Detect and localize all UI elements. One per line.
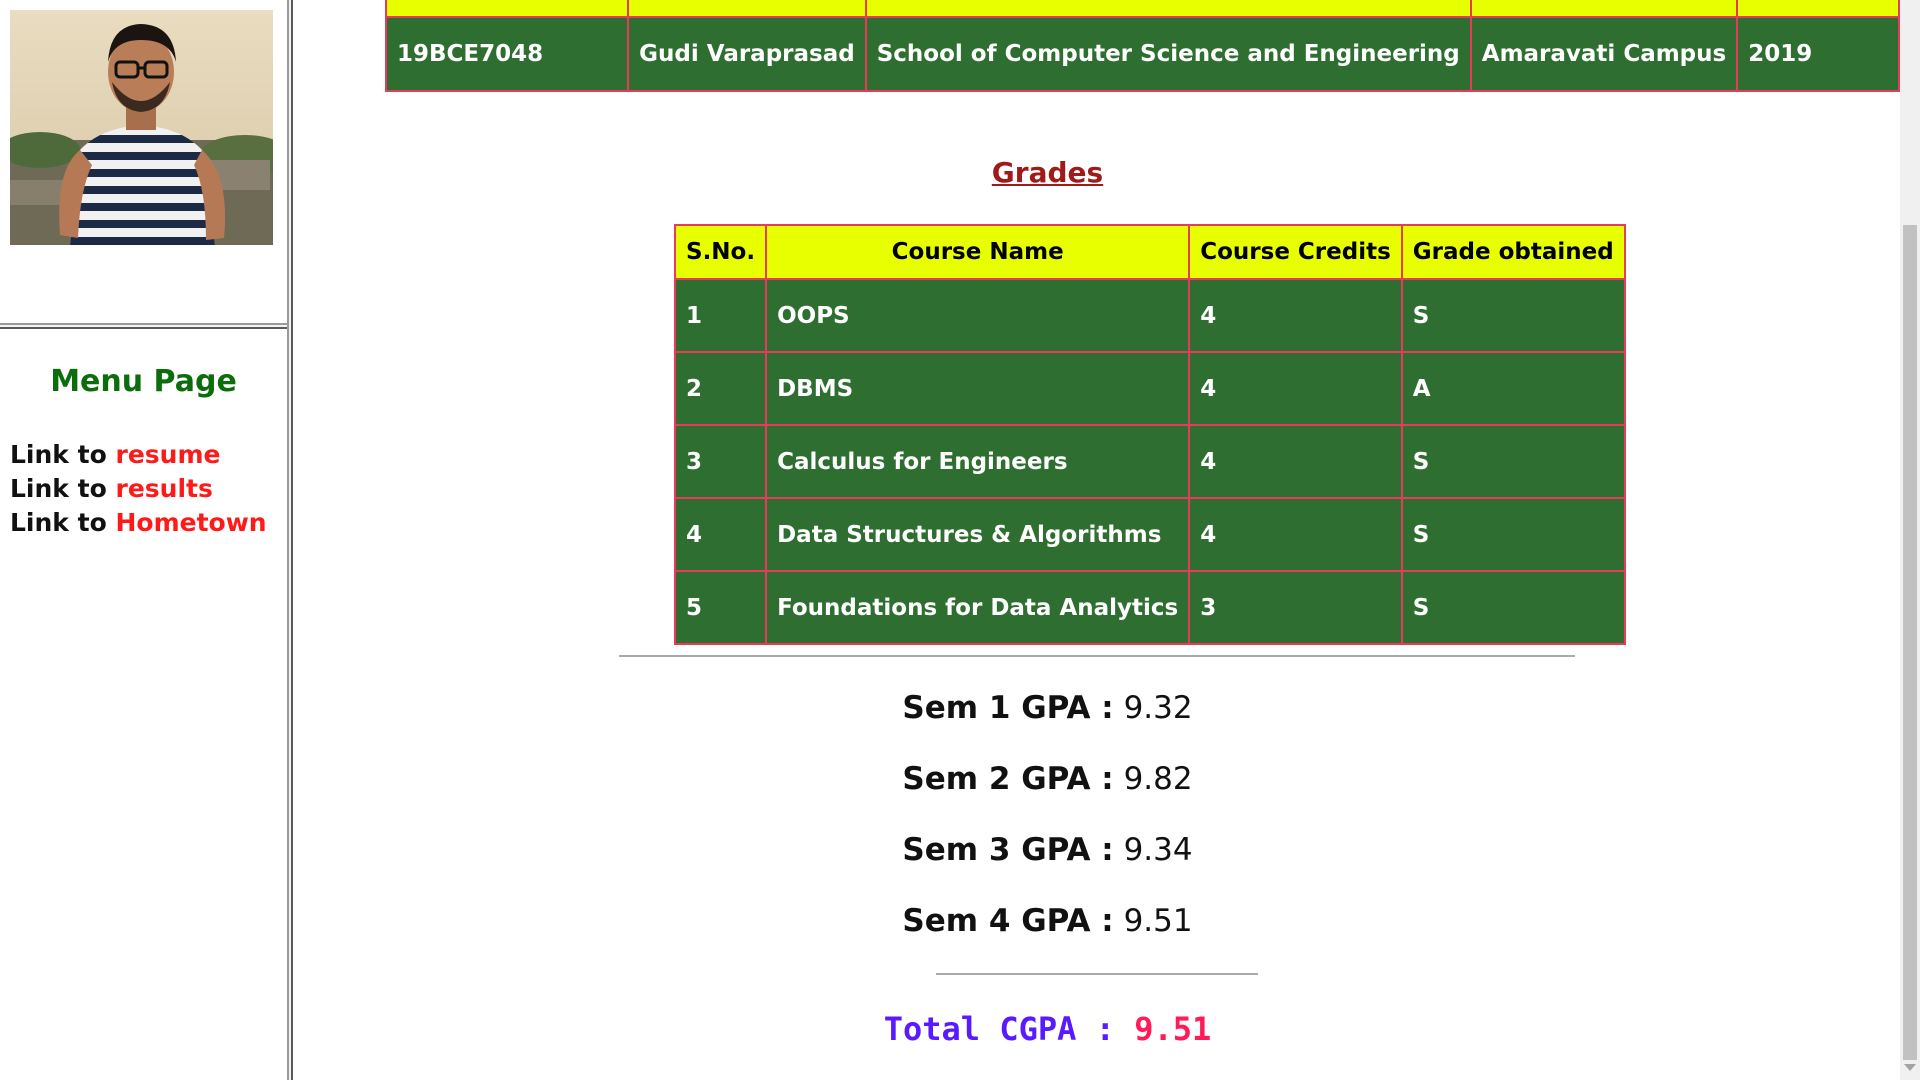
grades-table: S.No. Course Name Course Credits Grade o…: [673, 224, 1626, 645]
table-header-cell: [384, 0, 630, 18]
table-header-cell: [1736, 0, 1900, 18]
hometown-link[interactable]: Hometown: [115, 508, 266, 537]
table-header-cell: [627, 0, 867, 18]
course-name-cell: Foundations for Data Analytics: [765, 570, 1191, 645]
course-credits-cell: 4: [1188, 351, 1403, 426]
sem3-gpa: Sem 3 GPA : 9.34: [295, 832, 1800, 868]
left-frame: Menu Page Link to resume Link to results…: [0, 0, 295, 1080]
campus-cell: Amaravati Campus: [1469, 16, 1739, 92]
table-row: 5 Foundations for Data Analytics 3 S: [673, 570, 1626, 645]
menu-link-resume-row: Link to resume: [10, 440, 220, 469]
gpa-value: 9.82: [1123, 761, 1193, 797]
student-details-table: 19BCE7048 Gudi Varaprasad School of Comp…: [384, 0, 1900, 92]
sem1-gpa: Sem 1 GPA : 9.32: [295, 690, 1800, 726]
table-header-row: [384, 0, 1900, 18]
gpa-label: Sem 1 GPA :: [902, 690, 1114, 726]
table-row: 19BCE7048 Gudi Varaprasad School of Comp…: [384, 16, 1900, 92]
student-name-cell: Gudi Varaprasad: [627, 16, 867, 92]
table-header-row: S.No. Course Name Course Credits Grade o…: [673, 224, 1626, 280]
registration-number-cell: 19BCE7048: [384, 16, 630, 92]
table-row: 4 Data Structures & Algorithms 4 S: [673, 497, 1626, 572]
course-name-cell: DBMS: [765, 351, 1191, 426]
sno-cell: 4: [673, 497, 768, 572]
course-credits-cell: 3: [1188, 570, 1403, 645]
gpa-label: Sem 4 GPA :: [902, 903, 1114, 939]
menu-link-hometown-row: Link to Hometown: [10, 508, 267, 537]
cgpa-value: 9.51: [1134, 1010, 1212, 1048]
sno-header: S.No.: [673, 224, 768, 280]
gpa-value: 9.32: [1123, 690, 1193, 726]
photo-frame: [0, 0, 287, 328]
total-cgpa: Total CGPA : 9.51: [295, 1010, 1800, 1048]
sno-cell: 5: [673, 570, 768, 645]
year-cell: 2019: [1736, 16, 1900, 92]
grade-cell: S: [1400, 570, 1626, 645]
sem2-gpa: Sem 2 GPA : 9.82: [295, 761, 1800, 797]
grade-cell: S: [1400, 497, 1626, 572]
sem4-gpa: Sem 4 GPA : 9.51: [295, 903, 1800, 939]
course-credits-cell: 4: [1188, 497, 1403, 572]
divider: [619, 655, 1575, 657]
profile-photo: [10, 10, 273, 245]
gpa-value: 9.51: [1123, 903, 1193, 939]
grade-cell: A: [1400, 351, 1626, 426]
sno-cell: 3: [673, 424, 768, 499]
course-name-cell: OOPS: [765, 278, 1191, 353]
grade-cell: S: [1400, 278, 1626, 353]
course-credits-header: Course Credits: [1188, 224, 1403, 280]
menu-link-prefix: Link to: [10, 440, 107, 469]
results-link[interactable]: results: [115, 474, 212, 503]
resume-link[interactable]: resume: [115, 440, 220, 469]
gpa-label: Sem 2 GPA :: [902, 761, 1114, 797]
grade-obtained-header: Grade obtained: [1400, 224, 1626, 280]
grades-heading: Grades: [991, 156, 1104, 189]
main-frame: 19BCE7048 Gudi Varaprasad School of Comp…: [295, 0, 1900, 1080]
vertical-scrollbar[interactable]: [1900, 0, 1920, 1080]
table-header-cell: [1469, 0, 1739, 18]
school-cell: School of Computer Science and Engineeri…: [864, 16, 1472, 92]
table-row: 2 DBMS 4 A: [673, 351, 1626, 426]
menu-link-results-row: Link to results: [10, 474, 213, 503]
course-name-cell: Calculus for Engineers: [765, 424, 1191, 499]
frame-divider-horizontal[interactable]: [0, 323, 289, 329]
gpa-label: Sem 3 GPA :: [902, 832, 1114, 868]
course-credits-cell: 4: [1188, 278, 1403, 353]
divider: [936, 973, 1258, 975]
course-credits-cell: 4: [1188, 424, 1403, 499]
scrollbar-thumb[interactable]: [1903, 225, 1917, 1060]
menu-link-prefix: Link to: [10, 508, 107, 537]
sno-cell: 1: [673, 278, 768, 353]
table-header-cell: [864, 0, 1472, 18]
table-row: 3 Calculus for Engineers 4 S: [673, 424, 1626, 499]
course-name-header: Course Name: [765, 224, 1191, 280]
menu-title: Menu Page: [50, 364, 237, 399]
course-name-cell: Data Structures & Algorithms: [765, 497, 1191, 572]
cgpa-label: Total CGPA :: [883, 1010, 1115, 1048]
table-row: 1 OOPS 4 S: [673, 278, 1626, 353]
menu-link-prefix: Link to: [10, 474, 107, 503]
frame-divider-vertical[interactable]: [287, 0, 293, 1080]
sno-cell: 2: [673, 351, 768, 426]
scroll-down-arrow-icon[interactable]: [1904, 1064, 1916, 1071]
grade-cell: S: [1400, 424, 1626, 499]
gpa-value: 9.34: [1123, 832, 1193, 868]
